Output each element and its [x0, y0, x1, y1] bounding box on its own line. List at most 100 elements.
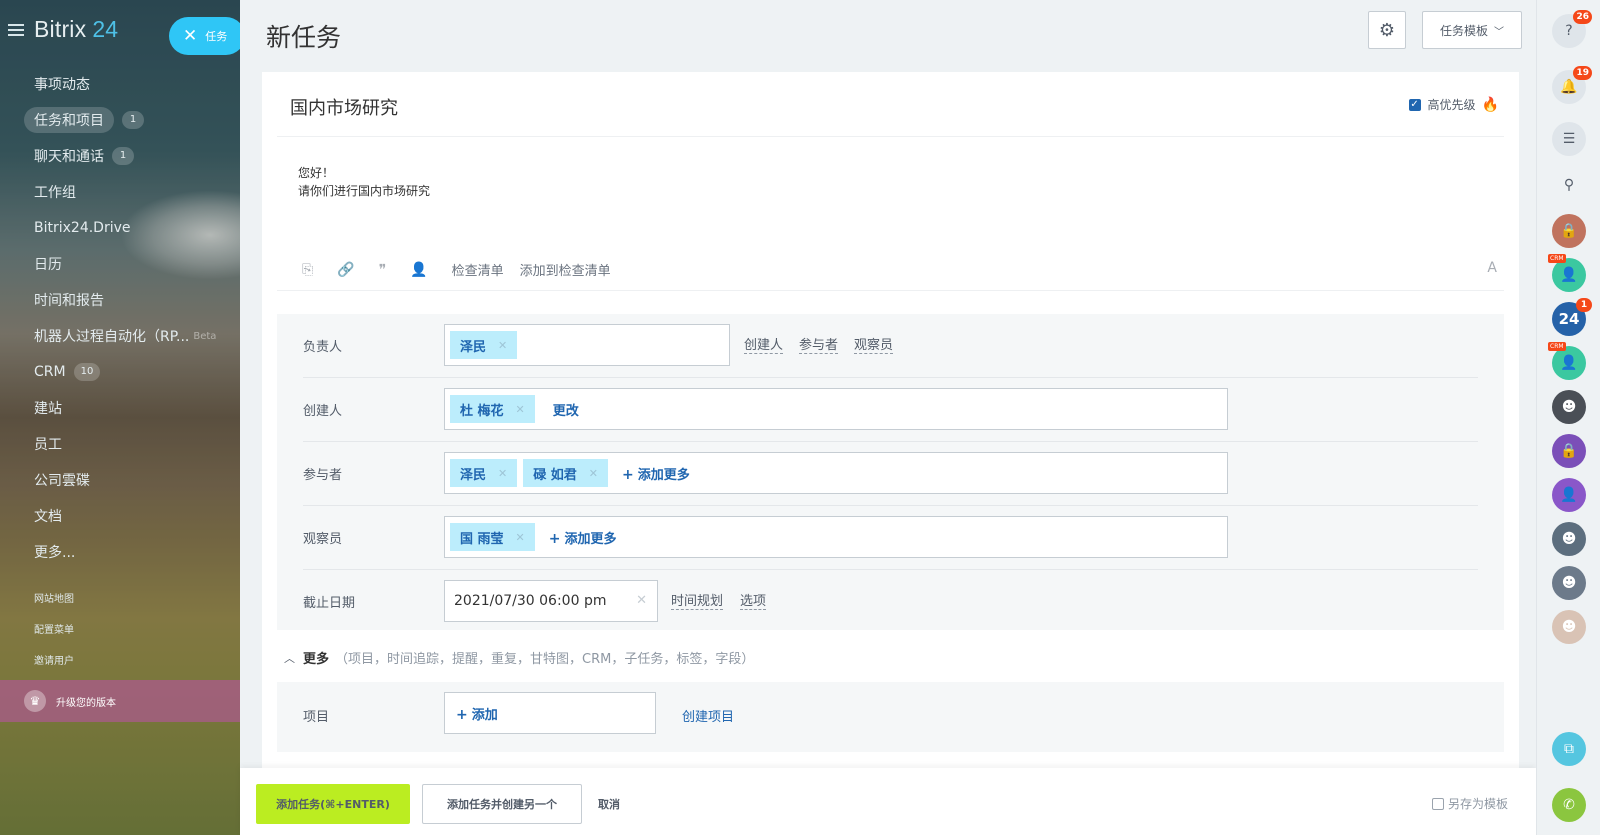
close-task-pill[interactable]: ✕ 任务: [169, 17, 240, 55]
link-icon[interactable]: 🔗: [337, 262, 354, 278]
clear-date-icon[interactable]: ✕: [636, 593, 647, 608]
add-observer-link[interactable]: + 添加更多: [549, 528, 617, 547]
sidebar-item-label: 聊天和通话: [34, 149, 104, 165]
sidebar-item-chat[interactable]: 聊天和通话 1: [0, 138, 240, 174]
add-project-link[interactable]: + 添加: [456, 704, 498, 723]
participants-row: 参与者 泽民 ✕ 碌 如君 ✕ + 添加更多: [277, 442, 1504, 506]
quote-icon[interactable]: ❞: [379, 262, 387, 278]
sidebar-item-documents[interactable]: 文档: [0, 498, 240, 534]
mention-user-icon[interactable]: 👤: [410, 262, 427, 278]
attach-file-icon[interactable]: ⎘: [302, 262, 313, 278]
checklist-button[interactable]: 检查清单: [452, 260, 504, 279]
sidebar-item-more[interactable]: 更多...: [0, 534, 240, 570]
crm-tag: CRM: [1548, 254, 1566, 263]
sidebar-item-tasks[interactable]: 任务和项目 1: [0, 102, 240, 138]
locked-chat-item-2[interactable]: 🔒: [1552, 434, 1586, 468]
bitrix24-app-item[interactable]: 24 1: [1552, 298, 1592, 336]
creator-chip[interactable]: 杜 梅花 ✕: [450, 395, 535, 423]
avatar[interactable]: ☻: [1552, 390, 1586, 424]
sidebar-item-calendar[interactable]: 日历: [0, 246, 240, 282]
phone-button[interactable]: ✆: [1552, 788, 1586, 822]
options-link[interactable]: 选项: [740, 594, 767, 610]
add-task-button[interactable]: 添加任务(⌘+ENTER): [256, 784, 410, 824]
save-as-template-toggle[interactable]: 另存为模板: [1431, 795, 1508, 812]
observer-chip[interactable]: 国 雨莹 ✕: [450, 523, 535, 551]
sidebar-item-employees[interactable]: 员工: [0, 426, 240, 462]
avatar[interactable]: ☻: [1552, 566, 1586, 600]
high-priority-checkbox[interactable]: ✓: [1408, 98, 1421, 111]
remove-chip-icon[interactable]: ✕: [498, 467, 507, 480]
upgrade-button[interactable]: ♛ 升级您的版本: [0, 680, 240, 722]
task-title-input[interactable]: 国内市场研究: [290, 94, 398, 120]
participants-field[interactable]: 泽民 ✕ 碌 如君 ✕ + 添加更多: [444, 452, 1228, 494]
bitrix24-icon: 24: [1558, 310, 1580, 328]
add-more-label: 添加更多: [637, 467, 690, 483]
messages-button[interactable]: ☰: [1552, 122, 1586, 156]
task-description-editor[interactable]: 您好！ 请你们进行国内市场研究: [298, 164, 430, 200]
notifications-button[interactable]: 🔔 19: [1552, 66, 1592, 104]
sidebar-item-label: 事项动态: [34, 77, 90, 93]
project-field[interactable]: + 添加: [444, 692, 656, 734]
sidebar-item-rpa[interactable]: 机器人过程自动化（RP... Beta: [0, 318, 240, 354]
crm-contact-item-2[interactable]: 👤 CRM: [1548, 342, 1586, 380]
high-priority-toggle[interactable]: ✓ 高优先级 🔥: [1408, 96, 1499, 113]
deadline-input[interactable]: 2021/07/30 06:00 pm ✕: [444, 580, 658, 622]
avatar[interactable]: ☻: [1552, 522, 1586, 556]
page-title: 新任务: [266, 23, 342, 52]
observers-label: 观察员: [303, 532, 343, 547]
help-button[interactable]: ? 26: [1552, 10, 1592, 48]
participant-chip[interactable]: 泽民 ✕: [450, 459, 518, 487]
sidebar-item-workgroups[interactable]: 工作组: [0, 174, 240, 210]
menu-icon[interactable]: [8, 23, 24, 36]
sidebar-item-sites[interactable]: 建站: [0, 390, 240, 426]
help-count-badge: 26: [1573, 10, 1592, 24]
sidebar-small-links: 网站地图 配置菜单 邀请用户: [34, 592, 74, 685]
save-as-template-checkbox[interactable]: [1431, 797, 1444, 810]
add-to-checklist-button[interactable]: 添加到检查清单: [520, 260, 611, 279]
configure-menu-link[interactable]: 配置菜单: [34, 623, 74, 654]
task-template-button[interactable]: 任务模板 ﹀: [1422, 11, 1522, 49]
avatar[interactable]: ☻: [1552, 610, 1586, 644]
settings-button[interactable]: ⚙: [1368, 11, 1406, 49]
locked-chat-item[interactable]: 🔒: [1552, 214, 1586, 248]
search-button[interactable]: ⚲: [1552, 168, 1586, 202]
crm-contact-item[interactable]: 👤 CRM: [1548, 254, 1586, 292]
sidebar-item-company-drive[interactable]: 公司雲碟: [0, 462, 240, 498]
creator-field[interactable]: 杜 梅花 ✕ 更改: [444, 388, 1228, 430]
sidebar-item-drive[interactable]: Bitrix24.Drive: [0, 210, 240, 246]
assignee-chip[interactable]: 泽民 ✕: [450, 331, 518, 359]
creator-link[interactable]: 创建人: [744, 338, 784, 354]
creator-row: 创建人 杜 梅花 ✕ 更改: [277, 378, 1504, 442]
sidebar-item-time-reports[interactable]: 时间和报告: [0, 282, 240, 318]
create-project-link[interactable]: 创建项目: [682, 706, 734, 725]
observers-link[interactable]: 观察员: [854, 338, 894, 354]
sidebar-item-activity[interactable]: 事项动态: [0, 66, 240, 102]
crm-tag: CRM: [1548, 342, 1566, 351]
more-toggle[interactable]: ︿ 更多 （项目，时间追踪，提醒，重复，甘特图，CRM，子任务，标签，字段）: [284, 648, 754, 668]
remove-chip-icon[interactable]: ✕: [589, 467, 598, 480]
add-participant-link[interactable]: + 添加更多: [622, 464, 690, 483]
screen-share-button[interactable]: ⧉: [1552, 732, 1586, 766]
add-and-create-another-button[interactable]: 添加任务并创建另一个: [422, 784, 582, 824]
observers-field[interactable]: 国 雨莹 ✕ + 添加更多: [444, 516, 1228, 558]
chip-label: 碌 如君: [533, 467, 577, 483]
change-creator-link[interactable]: 更改: [553, 400, 579, 419]
participants-link[interactable]: 参与者: [799, 338, 839, 354]
sitemap-link[interactable]: 网站地图: [34, 592, 74, 623]
assignee-field[interactable]: 泽民 ✕: [444, 324, 730, 366]
remove-chip-icon[interactable]: ✕: [498, 339, 507, 352]
logo-row: Bitrix 24: [8, 16, 118, 43]
description-line: 您好！: [298, 166, 335, 180]
high-priority-label: 高优先级: [1427, 98, 1476, 112]
flame-icon: 🔥: [1481, 96, 1499, 113]
remove-chip-icon[interactable]: ✕: [516, 403, 525, 416]
time-planning-link[interactable]: 时间规划: [671, 594, 724, 610]
participant-chip[interactable]: 碌 如君 ✕: [523, 459, 608, 487]
user-chat-item[interactable]: 👤: [1552, 478, 1586, 512]
font-format-icon[interactable]: A: [1487, 260, 1497, 276]
screen-share-icon: ⧉: [1564, 741, 1574, 757]
sidebar-item-crm[interactable]: CRM 10: [0, 354, 240, 390]
remove-chip-icon[interactable]: ✕: [516, 531, 525, 544]
cancel-button[interactable]: 取消: [598, 796, 620, 812]
logo[interactable]: Bitrix 24: [34, 16, 118, 43]
